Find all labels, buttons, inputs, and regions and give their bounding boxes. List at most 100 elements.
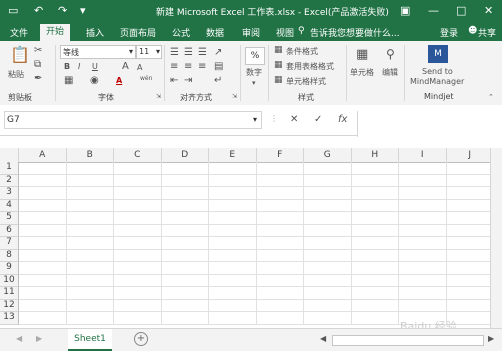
tab-review[interactable]: 审阅 — [242, 26, 260, 39]
send-to-label[interactable]: Send to — [422, 67, 453, 76]
editing-button[interactable]: 编辑 — [382, 67, 398, 78]
share-button[interactable]: 共享 — [478, 26, 496, 39]
font-size-select[interactable]: 11 ▾ — [136, 45, 162, 59]
font-color-button[interactable]: A — [116, 76, 122, 85]
worksheet-grid[interactable]: ABCDEFGHIJ 1 2 3 4 5 6 7 8 9 10 11 12 13 — [0, 148, 494, 328]
tab-home[interactable]: 开始 — [40, 24, 71, 41]
tab-insert[interactable]: 插入 — [86, 26, 104, 39]
scroll-right-icon[interactable]: ▶ — [488, 334, 494, 343]
horizontal-scrollbar[interactable] — [332, 335, 484, 346]
row-header-5[interactable]: 5 — [0, 212, 19, 225]
tab-page-layout[interactable]: 页面布局 — [120, 26, 156, 39]
close-icon[interactable]: ✕ — [484, 4, 493, 17]
column-header-f[interactable]: F — [256, 148, 304, 163]
align-center-icon[interactable]: ≡ — [184, 61, 192, 72]
align-right-icon[interactable]: ≡ — [198, 61, 206, 72]
paste-button-label[interactable]: 粘贴 — [8, 69, 24, 80]
next-sheet-icon[interactable]: ▶ — [36, 334, 42, 343]
row-header-13[interactable]: 13 — [0, 312, 19, 325]
row-header-8[interactable]: 8 — [0, 249, 19, 262]
shrink-font-button[interactable]: A — [137, 63, 142, 72]
column-header-e[interactable]: E — [209, 148, 257, 163]
copy-icon[interactable]: ⧉ — [34, 59, 41, 70]
tab-formulas[interactable]: 公式 — [172, 26, 190, 39]
prev-sheet-icon[interactable]: ◀ — [16, 334, 22, 343]
tab-view[interactable]: 视图 — [276, 26, 294, 39]
align-top-icon[interactable]: ☰ — [170, 47, 179, 58]
column-header-c[interactable]: C — [114, 148, 162, 163]
percent-style-button[interactable]: % — [245, 47, 265, 65]
column-header-b[interactable]: B — [66, 148, 114, 163]
row-header-1[interactable]: 1 — [0, 162, 19, 175]
row-header-12[interactable]: 12 — [0, 299, 19, 312]
column-header-d[interactable]: D — [161, 148, 209, 163]
row-header-4[interactable]: 4 — [0, 199, 19, 212]
minimize-icon[interactable]: — — [428, 4, 439, 17]
redo-icon[interactable]: ↷ — [58, 4, 67, 17]
decrease-indent-icon[interactable]: ⇤ — [170, 75, 178, 86]
scroll-left-icon[interactable]: ◀ — [320, 334, 326, 343]
cut-icon[interactable]: ✂ — [34, 45, 42, 56]
enter-button[interactable]: ✓ — [314, 114, 322, 125]
font-name-select[interactable]: 等线 ▾ — [60, 45, 136, 59]
login-link[interactable]: 登录 — [440, 26, 458, 39]
merge-center-icon[interactable]: ▤ — [214, 61, 223, 72]
row-header-6[interactable]: 6 — [0, 224, 19, 237]
column-header-i[interactable]: I — [399, 148, 447, 163]
underline-button[interactable]: U — [92, 62, 98, 71]
mindmanager-icon[interactable]: M — [428, 45, 448, 63]
insert-function-button[interactable]: fx — [338, 114, 347, 125]
tab-file[interactable]: 文件 — [10, 26, 28, 39]
maximize-icon[interactable]: □ — [456, 4, 466, 17]
add-sheet-icon[interactable]: + — [134, 332, 148, 346]
undo-icon[interactable]: ↶ — [34, 4, 43, 17]
align-left-icon[interactable]: ≡ — [170, 61, 178, 72]
bold-button[interactable]: B — [64, 62, 70, 71]
name-box[interactable]: G7 ▾ — [4, 111, 262, 129]
align-middle-icon[interactable]: ☰ — [184, 47, 193, 58]
align-bottom-icon[interactable]: ☰ — [198, 47, 207, 58]
grow-font-button[interactable]: A — [122, 61, 129, 72]
cells-icon[interactable]: ▦ — [356, 47, 368, 62]
increase-indent-icon[interactable]: ⇥ — [184, 75, 192, 86]
column-header-a[interactable]: A — [19, 148, 67, 163]
collapse-ribbon-icon[interactable]: ⌃ — [488, 93, 494, 101]
row-header-11[interactable]: 11 — [0, 287, 19, 300]
column-header-h[interactable]: H — [351, 148, 399, 163]
row-header-10[interactable]: 10 — [0, 274, 19, 287]
tab-data[interactable]: 数据 — [206, 26, 224, 39]
select-all-button[interactable] — [0, 148, 19, 163]
ribbon-display-icon[interactable]: ▣ — [400, 4, 410, 17]
column-header-j[interactable]: J — [446, 148, 494, 163]
row-header-9[interactable]: 9 — [0, 262, 19, 275]
find-icon[interactable]: ⚲ — [386, 47, 395, 61]
cells-button[interactable]: 单元格 — [350, 67, 374, 78]
chevron-down-icon[interactable]: ▾ — [252, 79, 256, 87]
italic-button[interactable]: I — [78, 62, 80, 71]
cell-styles-button[interactable]: 单元格样式 — [286, 76, 326, 87]
cancel-button[interactable]: ✕ — [290, 114, 298, 125]
row-header-3[interactable]: 3 — [0, 187, 19, 200]
paste-icon[interactable]: 📋 — [10, 45, 30, 64]
conditional-format-button[interactable]: 条件格式 — [286, 46, 318, 57]
mindmanager-label[interactable]: MindManager — [410, 77, 464, 86]
row-header-7[interactable]: 7 — [0, 237, 19, 250]
fill-color-icon[interactable]: ◉ — [90, 75, 99, 86]
formula-input[interactable] — [357, 111, 502, 137]
quick-access-menu-icon[interactable]: ▾ — [80, 4, 86, 17]
number-format-button[interactable]: 数字 — [246, 67, 262, 78]
font-dialog-launcher-icon[interactable]: ⇲ — [156, 93, 161, 100]
row-header-2[interactable]: 2 — [0, 174, 19, 187]
sheet-tab-sheet1[interactable]: Sheet1 — [68, 329, 112, 351]
orientation-icon[interactable]: ↗ — [214, 47, 222, 58]
save-icon[interactable]: ▭ — [8, 4, 18, 17]
wrap-text-icon[interactable]: ↵ — [214, 75, 222, 86]
alignment-dialog-launcher-icon[interactable]: ⇲ — [232, 93, 237, 100]
vertical-scrollbar[interactable] — [490, 148, 502, 328]
phonetic-button[interactable]: wén — [140, 75, 152, 82]
format-as-table-button[interactable]: 套用表格格式 — [286, 61, 334, 72]
border-icon[interactable]: ▦ — [64, 75, 73, 86]
column-header-g[interactable]: G — [304, 148, 352, 163]
format-painter-icon[interactable]: ✒ — [34, 73, 42, 84]
tell-me-box[interactable]: 告诉我您想要做什么... — [310, 26, 400, 39]
